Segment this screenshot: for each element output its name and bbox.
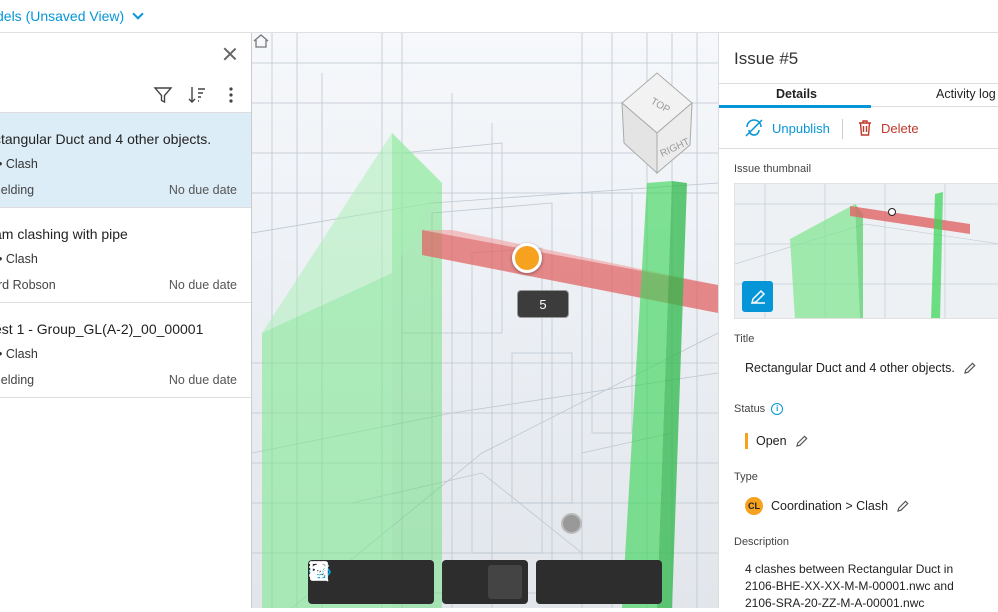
thumbnail-image [735, 184, 998, 318]
issue-actions: Unpublish Delete [719, 107, 998, 149]
status-field[interactable]: Open [745, 433, 809, 449]
details-tabs: Details Activity log [719, 83, 998, 108]
issue-owner: rd Robson [0, 278, 56, 292]
pencil-icon [750, 289, 765, 304]
type-value: Coordination > Clash [771, 499, 889, 513]
title-label: Title [734, 333, 755, 345]
measure-button[interactable] [308, 560, 482, 599]
issue-type: • Clash [0, 157, 38, 171]
type-field[interactable]: CL Coordination > Clash [745, 497, 910, 515]
issue-card[interactable]: est 1 - Group_GL(A-2)_00_00001 • Clash i… [0, 303, 251, 398]
issue-pushpin[interactable] [512, 243, 542, 273]
fullscreen-icon [310, 562, 328, 580]
status-label-row: Status i [734, 403, 784, 415]
model-canvas[interactable]: TOP RIGHT [252, 33, 718, 608]
trash-icon [859, 120, 871, 136]
model-viewer[interactable]: TOP RIGHT 5 [252, 33, 718, 608]
issue-card[interactable]: ctangular Duct and 4 other objects. • Cl… [0, 113, 251, 208]
description-value[interactable]: 4 clashes between Rectangular Duct in 21… [745, 561, 985, 612]
status-label: Status [734, 403, 766, 415]
issue-title: ctangular Duct and 4 other objects. [0, 131, 212, 147]
issue-title: am clashing with pipe [0, 226, 128, 242]
settings-button[interactable] [311, 563, 576, 599]
edit-icon[interactable] [795, 434, 809, 448]
viewer-toolbar [308, 560, 662, 604]
issue-due-date: No due date [168, 373, 237, 387]
type-badge: CL [745, 497, 763, 515]
issue-title: est 1 - Group_GL(A-2)_00_00001 [0, 321, 204, 337]
home-icon[interactable] [252, 33, 270, 49]
unpublish-button[interactable]: Unpublish [744, 119, 830, 137]
analysis-tools [308, 560, 528, 604]
description-label: Description [734, 536, 790, 548]
info-icon[interactable]: i [771, 403, 784, 415]
fullscreen-button[interactable] [310, 562, 656, 599]
type-label: Type [734, 471, 758, 483]
pushpin-label: 5 [517, 290, 569, 318]
edit-icon[interactable] [896, 499, 910, 513]
issue-card[interactable]: am clashing with pipe • Clash rd Robson … [0, 208, 251, 303]
tab-activity-log[interactable]: Activity log [936, 87, 996, 101]
issue-type: • Clash [0, 347, 38, 361]
issue-details-panel: Issue #5 Details Activity log Unpublish … [718, 33, 998, 610]
tab-details[interactable]: Details [776, 87, 817, 101]
issue-due-date: No due date [168, 278, 237, 292]
issue-owner: ielding [0, 183, 35, 197]
issue-owner: ielding [0, 373, 35, 387]
thumbnail-label: Issue thumbnail [734, 163, 812, 175]
more-options-icon[interactable] [221, 85, 241, 105]
issue-heading: Issue #5 [734, 49, 799, 68]
unpublish-label: Unpublish [772, 120, 830, 136]
title-field[interactable]: Rectangular Duct and 4 other objects. [745, 361, 977, 375]
chevron-down-icon [132, 8, 144, 20]
filter-icon[interactable] [153, 85, 173, 105]
close-icon[interactable] [223, 47, 237, 61]
view-cube[interactable]: TOP RIGHT [621, 72, 693, 175]
issues-panel: ctangular Duct and 4 other objects. • Cl… [0, 33, 252, 608]
issue-thumbnail[interactable] [734, 183, 998, 319]
edit-icon[interactable] [963, 361, 977, 375]
delete-label: Delete [881, 120, 919, 136]
status-value: Open [756, 434, 787, 448]
settings-tools [310, 560, 662, 604]
unpublish-icon [745, 119, 763, 137]
status-color-bar [745, 433, 748, 449]
properties-button[interactable] [311, 561, 616, 599]
issues-toolbar [0, 77, 251, 113]
divider [842, 119, 843, 139]
top-bar: dels (Unsaved View) [0, 0, 998, 33]
markup-button[interactable] [742, 281, 773, 312]
issues-panel-header [0, 33, 251, 77]
zoom-window-button[interactable] [309, 561, 388, 599]
issue-type: • Clash [0, 252, 38, 266]
title-value: Rectangular Duct and 4 other objects. [745, 361, 955, 375]
view-title: dels (Unsaved View) [0, 8, 125, 24]
view-selector[interactable]: dels (Unsaved View) [0, 8, 144, 24]
delete-button[interactable]: Delete [857, 119, 919, 137]
walk-button[interactable] [315, 561, 428, 599]
sort-icon[interactable] [187, 85, 207, 105]
section-button[interactable] [308, 563, 522, 599]
pivot-point [561, 513, 582, 534]
issue-due-date: No due date [168, 183, 237, 197]
